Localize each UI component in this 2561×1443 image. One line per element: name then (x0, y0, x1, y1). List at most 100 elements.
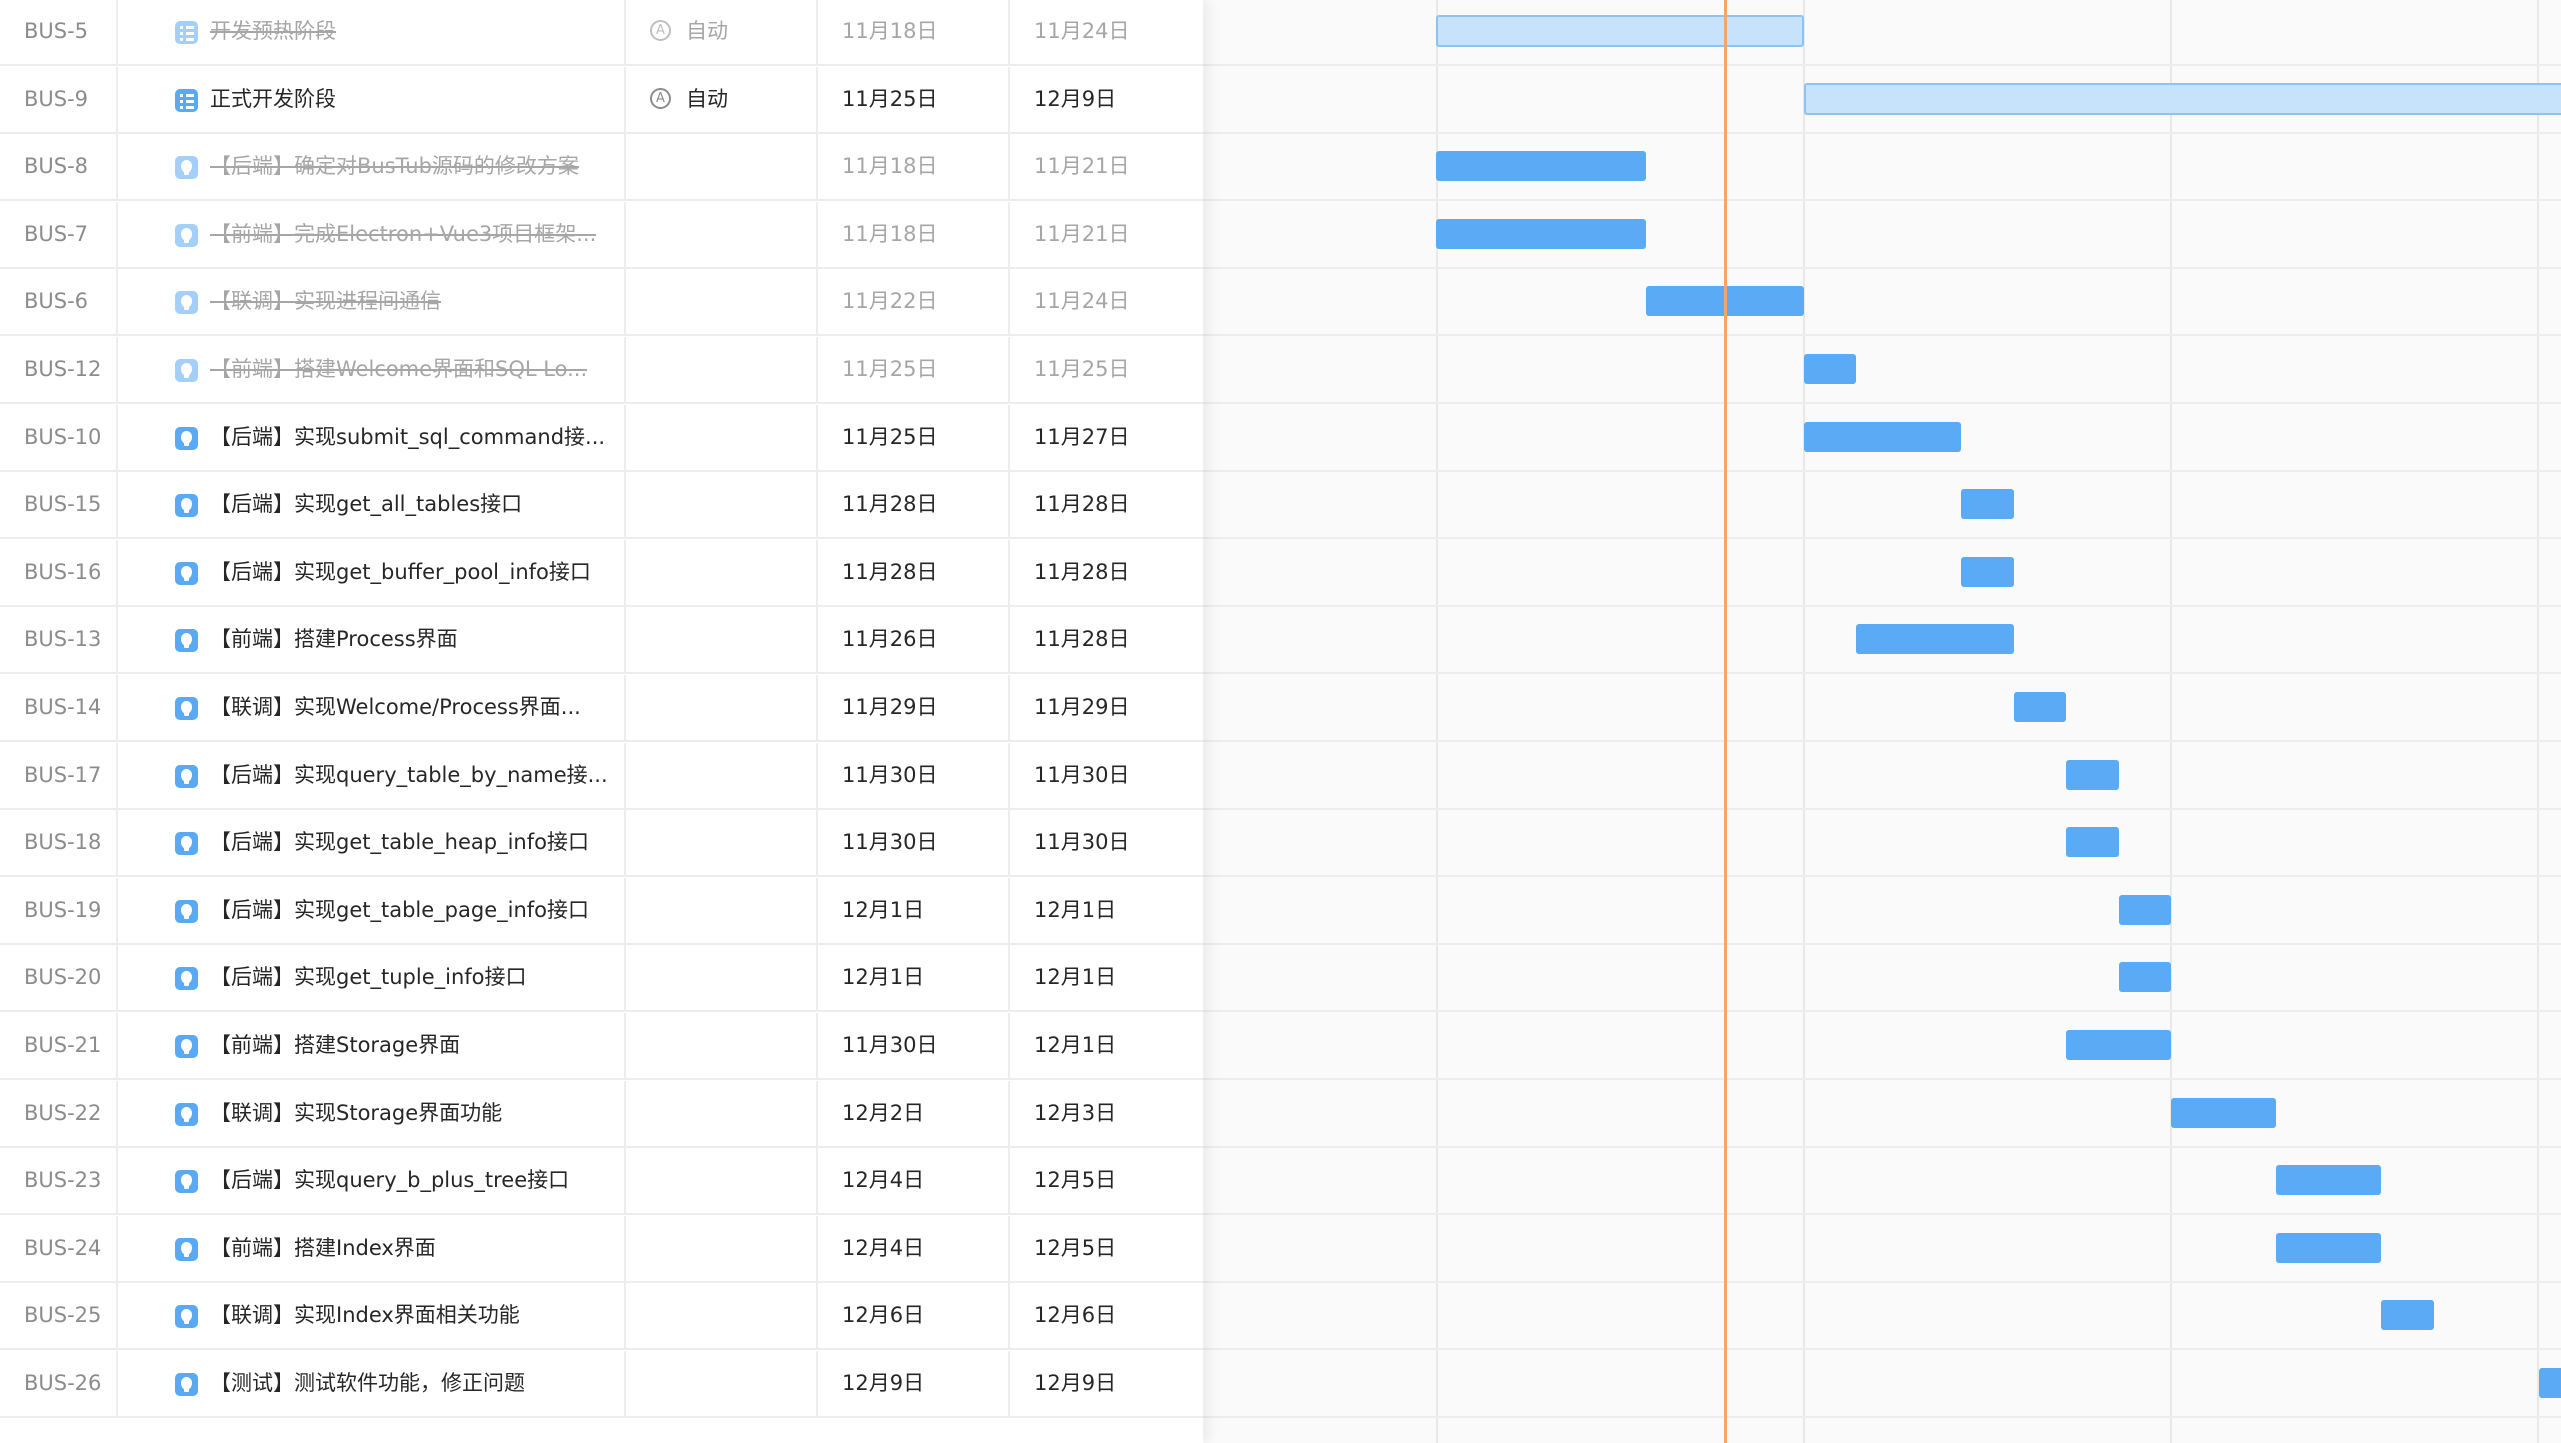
end-date[interactable]: 12月6日 (1010, 1283, 1203, 1348)
task-title-cell[interactable]: 【联调】实现进程间通信 (118, 269, 626, 334)
table-row[interactable]: BUS-17 【后端】实现query_table_by_name接... 11月30… (0, 743, 1203, 810)
task-bar[interactable] (1856, 624, 2014, 654)
end-date[interactable]: 11月24日 (1010, 269, 1203, 334)
task-bar[interactable] (1803, 422, 1961, 452)
start-date[interactable]: 11月18日 (818, 202, 1010, 267)
end-date[interactable]: 12月1日 (1010, 945, 1203, 1010)
task-bar[interactable] (1803, 354, 1856, 384)
task-title-cell[interactable]: 【后端】实现get_tuple_info接口 (118, 945, 626, 1010)
start-date[interactable]: 12月4日 (818, 1216, 1010, 1281)
schedule-mode-cell[interactable] (626, 675, 818, 740)
table-row[interactable]: BUS-20 【后端】实现get_tuple_info接口 12月1日 12月1日 (0, 945, 1203, 1012)
start-date[interactable]: 12月2日 (818, 1081, 1010, 1146)
start-date[interactable]: 12月1日 (818, 945, 1010, 1010)
end-date[interactable]: 11月27日 (1010, 405, 1203, 470)
end-date[interactable]: 11月30日 (1010, 810, 1203, 875)
schedule-mode-cell[interactable] (626, 607, 818, 672)
schedule-mode-cell[interactable] (626, 1148, 818, 1213)
task-title-cell[interactable]: 【前端】完成Electron+Vue3项目框架... (118, 202, 626, 267)
task-title-cell[interactable]: 【后端】实现get_table_page_info接口 (118, 878, 626, 943)
end-date[interactable]: 12月3日 (1010, 1081, 1203, 1146)
task-bar[interactable] (2118, 962, 2171, 992)
schedule-mode-cell[interactable] (626, 134, 818, 199)
start-date[interactable]: 11月18日 (818, 134, 1010, 199)
start-date[interactable]: 11月18日 (818, 0, 1010, 64)
end-date[interactable]: 11月21日 (1010, 202, 1203, 267)
schedule-mode-cell[interactable] (626, 1351, 818, 1416)
end-date[interactable]: 11月28日 (1010, 472, 1203, 537)
task-title-cell[interactable]: 【后端】确定对BusTub源码的修改方案 (118, 134, 626, 199)
end-date[interactable]: 11月21日 (1010, 134, 1203, 199)
task-bar[interactable] (2171, 1098, 2276, 1128)
end-date[interactable]: 11月30日 (1010, 743, 1203, 808)
end-date[interactable]: 11月29日 (1010, 675, 1203, 740)
schedule-mode-cell[interactable] (626, 405, 818, 470)
table-row[interactable]: BUS-14 【联调】实现Welcome/Process界面... 11月29日 11… (0, 675, 1203, 742)
schedule-mode-cell[interactable] (626, 540, 818, 605)
task-bar[interactable] (2276, 1165, 2381, 1195)
schedule-mode-cell[interactable] (626, 810, 818, 875)
task-bar[interactable] (2066, 1030, 2171, 1060)
table-row[interactable]: BUS-19 【后端】实现get_table_page_info接口 12月1日 12… (0, 878, 1203, 945)
table-row[interactable]: BUS-25 【联调】实现Index界面相关功能 12月6日 12月6日 (0, 1283, 1203, 1350)
end-date[interactable]: 12月1日 (1010, 1013, 1203, 1078)
schedule-mode-cell[interactable] (626, 337, 818, 402)
task-title-cell[interactable]: 【测试】测试软件功能，修正问题 (118, 1351, 626, 1416)
start-date[interactable]: 11月28日 (818, 540, 1010, 605)
start-date[interactable]: 12月9日 (818, 1351, 1010, 1416)
task-title-cell[interactable]: 【后端】实现get_table_heap_info接口 (118, 810, 626, 875)
start-date[interactable]: 12月1日 (818, 878, 1010, 943)
schedule-mode-cell[interactable] (626, 878, 818, 943)
end-date[interactable]: 12月1日 (1010, 878, 1203, 943)
table-row[interactable]: BUS-9 正式开发阶段 A 自动 11月25日 12月9日 (0, 67, 1203, 134)
schedule-mode-cell[interactable] (626, 202, 818, 267)
schedule-mode-cell[interactable] (626, 269, 818, 334)
table-row[interactable]: BUS-5 开发预热阶段 A 自动 11月18日 11月24日 (0, 0, 1203, 66)
table-row[interactable]: BUS-10 【后端】实现submit_sql_command接... 11月25日… (0, 405, 1203, 472)
table-row[interactable]: BUS-15 【后端】实现get_all_tables接口 11月28日 11月28日 (0, 472, 1203, 539)
table-row[interactable]: BUS-12 【前端】搭建Welcome界面和SQL Lo... 11月25日 11月… (0, 337, 1203, 404)
task-bar[interactable] (2013, 692, 2066, 722)
schedule-mode-cell[interactable] (626, 1013, 818, 1078)
task-title-cell[interactable]: 【后端】实现submit_sql_command接... (118, 405, 626, 470)
task-title-cell[interactable]: 【联调】实现Index界面相关功能 (118, 1283, 626, 1348)
end-date[interactable]: 12月5日 (1010, 1216, 1203, 1281)
start-date[interactable]: 11月25日 (818, 337, 1010, 402)
task-bar[interactable] (1436, 219, 1646, 249)
schedule-mode-cell[interactable]: A 自动 (626, 0, 818, 64)
table-row[interactable]: BUS-24 【前端】搭建Index界面 12月4日 12月5日 (0, 1216, 1203, 1283)
schedule-mode-cell[interactable] (626, 1081, 818, 1146)
end-date[interactable]: 11月24日 (1010, 0, 1203, 64)
phase-bar[interactable] (1803, 83, 2561, 115)
schedule-mode-cell[interactable] (626, 1283, 818, 1348)
start-date[interactable]: 11月30日 (818, 1013, 1010, 1078)
table-row[interactable]: BUS-8 【后端】确定对BusTub源码的修改方案 11月18日 11月21日 (0, 134, 1203, 201)
schedule-mode-cell[interactable] (626, 743, 818, 808)
task-bar[interactable] (1961, 489, 2014, 519)
start-date[interactable]: 11月25日 (818, 405, 1010, 470)
task-bar[interactable] (2066, 827, 2119, 857)
end-date[interactable]: 12月9日 (1010, 1351, 1203, 1416)
task-title-cell[interactable]: 【后端】实现query_table_by_name接... (118, 743, 626, 808)
table-row[interactable]: BUS-6 【联调】实现进程间通信 11月22日 11月24日 (0, 269, 1203, 336)
task-title-cell[interactable]: 【前端】搭建Welcome界面和SQL Lo... (118, 337, 626, 402)
task-title-cell[interactable]: 开发预热阶段 (118, 0, 626, 64)
end-date[interactable]: 11月25日 (1010, 337, 1203, 402)
end-date[interactable]: 12月5日 (1010, 1148, 1203, 1213)
task-title-cell[interactable]: 【前端】搭建Storage界面 (118, 1013, 626, 1078)
task-bar[interactable] (2118, 895, 2171, 925)
task-bar[interactable] (1961, 557, 2014, 587)
task-bar[interactable] (2538, 1368, 2561, 1398)
schedule-mode-cell[interactable] (626, 945, 818, 1010)
task-bar[interactable] (2381, 1300, 2434, 1330)
start-date[interactable]: 12月4日 (818, 1148, 1010, 1213)
task-bar[interactable] (2276, 1233, 2381, 1263)
task-title-cell[interactable]: 【后端】实现query_b_plus_tree接口 (118, 1148, 626, 1213)
schedule-mode-cell[interactable] (626, 472, 818, 537)
task-bar[interactable] (2066, 760, 2119, 790)
start-date[interactable]: 11月30日 (818, 810, 1010, 875)
table-row[interactable]: BUS-22 【联调】实现Storage界面功能 12月2日 12月3日 (0, 1081, 1203, 1148)
table-row[interactable]: BUS-23 【后端】实现query_b_plus_tree接口 12月4日 12月5… (0, 1148, 1203, 1215)
task-title-cell[interactable]: 【前端】搭建Index界面 (118, 1216, 626, 1281)
table-row[interactable]: BUS-7 【前端】完成Electron+Vue3项目框架... 11月18日 11月… (0, 202, 1203, 269)
